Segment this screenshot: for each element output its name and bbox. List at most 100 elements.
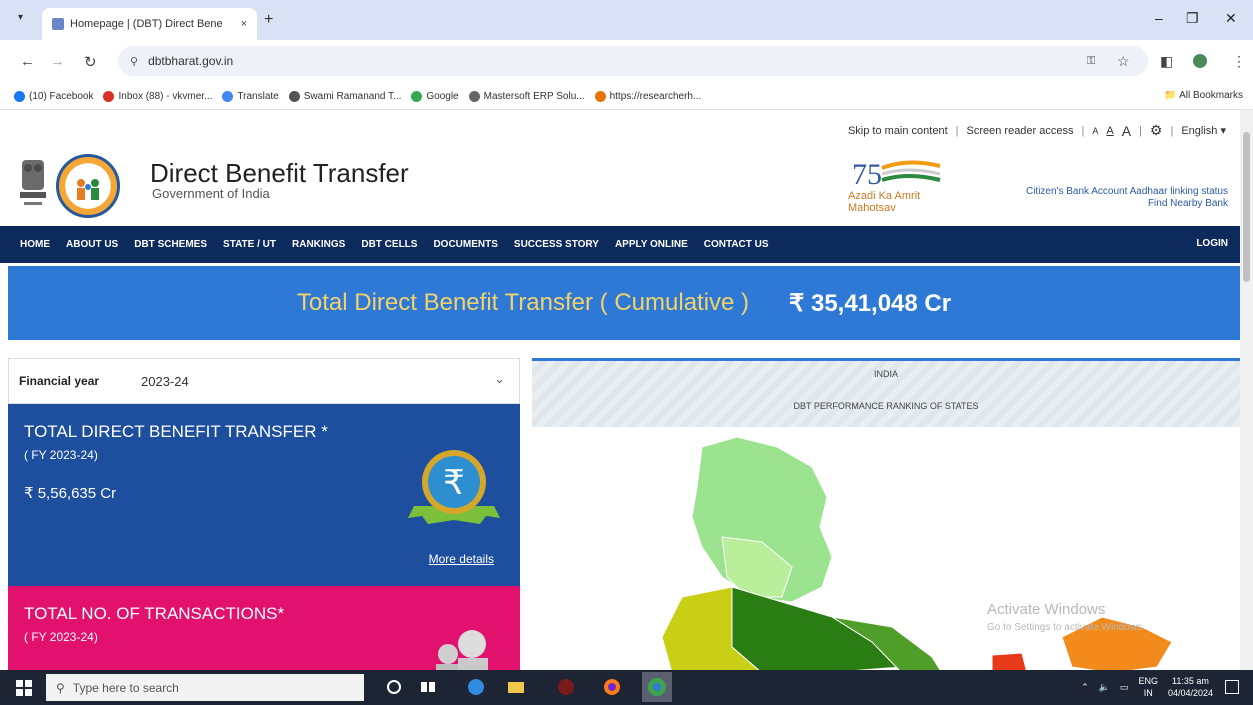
maximize-button[interactable]: ❐ (1186, 10, 1199, 27)
people-icon (436, 630, 488, 670)
tab-close-button[interactable]: × (241, 18, 247, 30)
network-icon[interactable]: ▭ (1120, 682, 1129, 693)
azadi-logo: 75 Azadi Ka Amrit Mahotsav (848, 154, 958, 214)
svg-text:75: 75 (852, 158, 882, 191)
file-explorer-icon[interactable] (506, 677, 526, 697)
rupee-badge-icon: ₹ (408, 450, 500, 524)
site-title[interactable]: Direct Benefit Transfer (150, 158, 409, 189)
screen-reader-link[interactable]: Screen reader access (967, 125, 1074, 137)
national-emblem-icon (20, 160, 46, 205)
profile-avatar[interactable] (1193, 54, 1207, 68)
notification-icon[interactable] (1225, 680, 1239, 694)
contrast-icon[interactable]: ⚙ (1150, 122, 1163, 139)
aadhaar-link-status[interactable]: Citizen's Bank Account Aadhaar linking s… (1026, 186, 1228, 197)
nav-item-state-ut[interactable]: STATE / UT (215, 239, 284, 250)
font-normal-button[interactable]: A (1106, 125, 1113, 137)
browser-menu-icon[interactable]: ⋮ (1232, 53, 1246, 70)
all-bookmarks-button[interactable]: 📁 All Bookmarks (1164, 90, 1243, 101)
password-key-icon[interactable]: ⚿ (1087, 55, 1095, 68)
total-transactions-title: TOTAL NO. OF TRANSACTIONS* (24, 604, 285, 623)
url-text: dbtbharat.gov.in (148, 54, 234, 68)
browser-tab[interactable]: Homepage | (DBT) Direct Bene × (42, 8, 257, 40)
bookmark-label: https://researcherh... (609, 91, 702, 102)
side-panel-icon[interactable]: ◧ (1160, 53, 1173, 70)
taskbar-search-placeholder: Type here to search (72, 680, 179, 695)
financial-year-label: Financial year (19, 374, 100, 388)
cortana-icon[interactable] (384, 677, 404, 697)
bookmark-label: Google (426, 91, 459, 102)
forward-icon[interactable]: → (50, 53, 65, 70)
nav-item-about-us[interactable]: ABOUT US (58, 239, 126, 250)
app-icon[interactable] (556, 677, 576, 697)
bookmark-item[interactable]: (10) Facebook (14, 91, 93, 102)
financial-year-select[interactable]: Financial year 2023-24 ⌄ (8, 358, 520, 404)
more-details-link[interactable]: More details (429, 552, 494, 566)
font-increase-button[interactable]: A (1122, 123, 1131, 139)
windows-taskbar: ⚲ Type here to search ⌃ 🔈 ▭ ENG IN 11:35 … (0, 670, 1253, 705)
nav-item-rankings[interactable]: RANKINGS (284, 239, 353, 250)
login-button[interactable]: LOGIN (1196, 238, 1228, 249)
scrollbar-thumb[interactable] (1243, 132, 1250, 282)
page-scrollbar[interactable] (1240, 110, 1253, 670)
chrome-active-icon[interactable] (642, 672, 672, 702)
nav-item-dbt-cells[interactable]: DBT CELLS (353, 239, 425, 250)
activate-windows-watermark: Activate Windows Go to Settings to activ… (987, 601, 1145, 633)
firefox-icon[interactable] (602, 677, 622, 697)
tab-search-button[interactable]: ▾ (18, 12, 23, 23)
taskbar-search[interactable]: ⚲ Type here to search (46, 674, 364, 701)
windows-start-icon[interactable] (16, 680, 32, 696)
bookmarks-bar: (10) Facebook Inbox (88) - vkvmer... Trans… (0, 84, 1253, 110)
tab-title: Homepage | (DBT) Direct Bene (70, 18, 223, 30)
language-indicator[interactable]: ENG IN (1138, 675, 1158, 699)
nav-item-documents[interactable]: DOCUMENTS (425, 239, 505, 250)
india-map[interactable] (532, 427, 1240, 670)
nav-item-home[interactable]: HOME (12, 239, 58, 250)
bookmark-favicon-icon (103, 91, 115, 102)
nav-item-apply-online[interactable]: APPLY ONLINE (607, 239, 696, 250)
back-icon[interactable]: ← (20, 53, 35, 70)
search-icon: ⚲ (56, 680, 65, 695)
bookmark-item[interactable]: Mastersoft ERP Solu... (468, 91, 585, 102)
map-subtitle: DBT PERFORMANCE RANKING OF STATES (793, 401, 979, 411)
address-bar[interactable]: ⚲ dbtbharat.gov.in (118, 46, 1148, 76)
reload-icon[interactable]: ↻ (84, 53, 97, 71)
system-tray: ⌃ 🔈 ▭ ENG IN 11:35 am 04/04/2024 (1081, 675, 1213, 699)
bookmark-item[interactable]: Swami Ramanand T... (288, 91, 401, 102)
bookmark-item[interactable]: Google (411, 91, 459, 102)
dbt-logo[interactable] (56, 154, 120, 218)
bookmark-label: Translate (237, 91, 279, 102)
total-dbt-card: TOTAL DIRECT BENEFIT TRANSFER * ( FY 202… (8, 404, 520, 586)
new-tab-button[interactable]: + (264, 11, 273, 29)
financial-year-value: 2023-24 (141, 373, 189, 389)
bookmark-label: Mastersoft ERP Solu... (483, 91, 585, 102)
nav-item-success-story[interactable]: SUCCESS STORY (506, 239, 607, 250)
task-view-icon[interactable] (418, 677, 438, 697)
bookmark-item[interactable]: Inbox (88) - vkvmer... (103, 91, 212, 102)
minimize-button[interactable]: – (1155, 10, 1163, 26)
main-navigation: HOME ABOUT US DBT SCHEMES STATE / UT RANKING… (0, 226, 1240, 263)
map-title: INDIA (873, 369, 898, 379)
browser-tab-strip: ▾ Homepage | (DBT) Direct Bene × + – ❐ ✕ (0, 0, 1253, 40)
bookmark-label: (10) Facebook (29, 91, 94, 102)
language-select[interactable]: English ▾ (1181, 124, 1226, 137)
skip-link[interactable]: Skip to main content (848, 125, 948, 137)
tray-chevron-icon[interactable]: ⌃ (1081, 682, 1089, 693)
nav-item-contact-us[interactable]: CONTACT US (696, 239, 777, 250)
volume-icon[interactable]: 🔈 (1099, 682, 1110, 693)
font-decrease-button[interactable]: A (1092, 126, 1098, 136)
nav-item-dbt-schemes[interactable]: DBT SCHEMES (126, 239, 215, 250)
favicon-icon (52, 18, 64, 30)
banner-value: ₹ 35,41,048 Cr (789, 289, 952, 317)
clock[interactable]: 11:35 am 04/04/2024 (1168, 675, 1213, 699)
banner-label: Total Direct Benefit Transfer ( Cumulati… (296, 289, 750, 316)
bookmark-favicon-icon (594, 91, 606, 102)
site-subtitle: Government of India (152, 186, 270, 201)
find-nearby-bank-link[interactable]: Find Nearby Bank (1148, 198, 1228, 209)
close-window-button[interactable]: ✕ (1225, 10, 1237, 27)
bookmark-item[interactable]: Translate (222, 91, 279, 102)
cumulative-dbt-banner: Total Direct Benefit Transfer ( Cumulati… (8, 266, 1240, 340)
edge-icon[interactable] (466, 677, 486, 697)
bookmark-star-icon[interactable]: ☆ (1117, 53, 1130, 70)
site-info-icon[interactable]: ⚲ (130, 55, 138, 68)
bookmark-item[interactable]: https://researcherh... (594, 91, 702, 102)
